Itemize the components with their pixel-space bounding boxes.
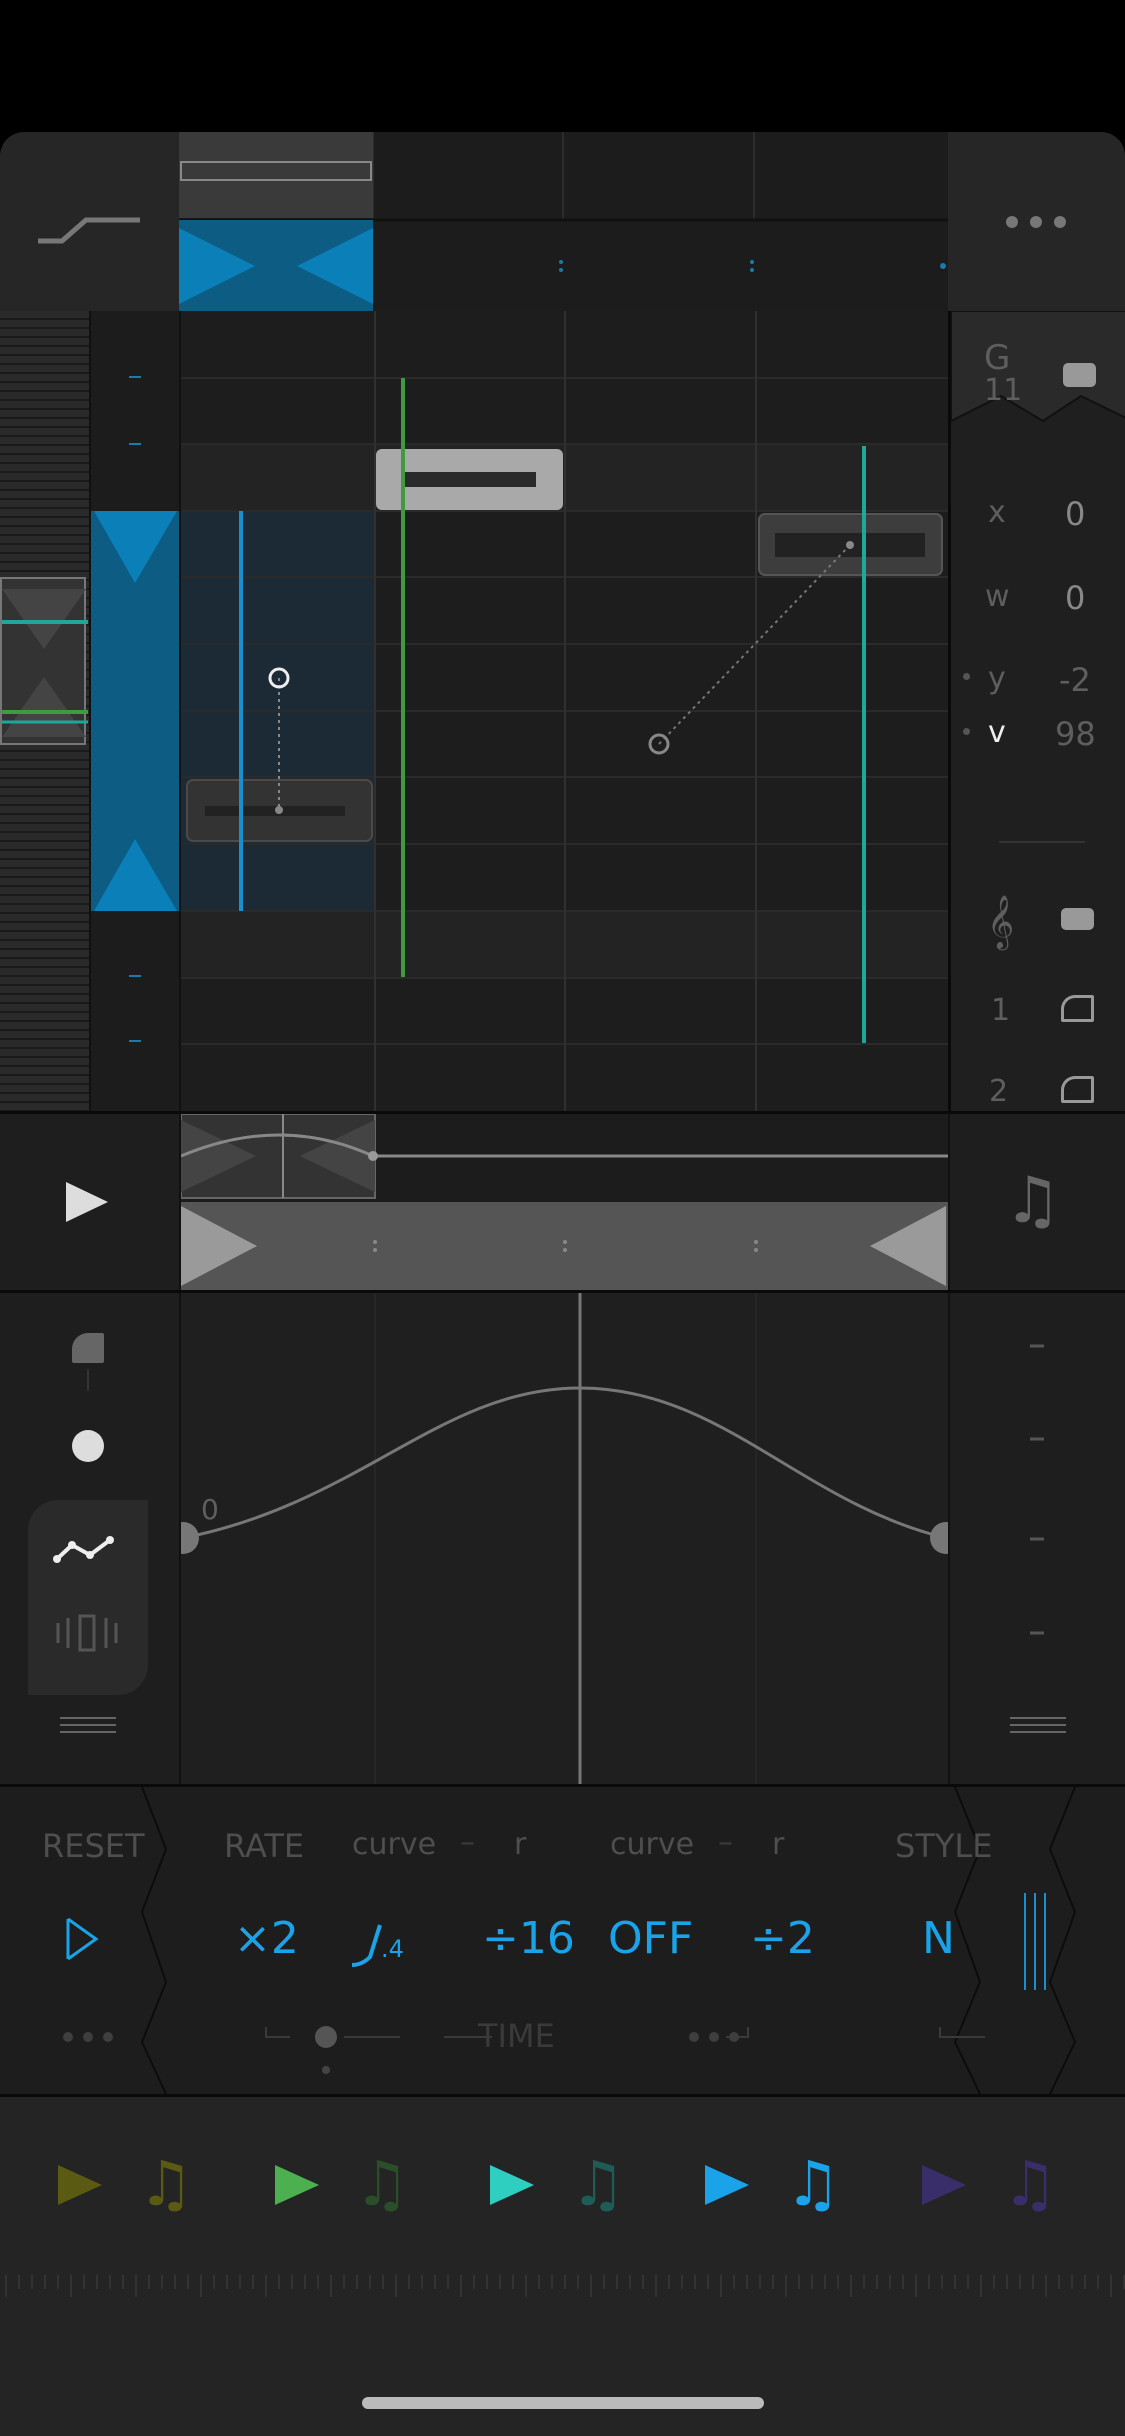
time-knob[interactable] xyxy=(315,2026,337,2048)
curve-start-value: 0 xyxy=(201,1493,219,1526)
automation-curve xyxy=(182,1386,947,1540)
param-value-v[interactable]: 98 xyxy=(1055,715,1096,753)
r-value-2[interactable]: ÷2 xyxy=(750,1913,815,1964)
track-play-1[interactable] xyxy=(58,2165,102,2205)
note-octave: 11 xyxy=(984,373,1023,408)
status-bar xyxy=(0,0,1125,132)
rate-label: RATE xyxy=(224,1827,305,1865)
note-grid[interactable] xyxy=(179,311,950,1111)
curve-start-point[interactable] xyxy=(181,1522,199,1554)
track-instrument-icon-2[interactable]: ♫ xyxy=(354,2147,410,2220)
controls-panel: RESET RATE curve – r curve – r STYLE ×2 … xyxy=(0,1787,1125,2094)
automation-timeline[interactable] xyxy=(179,1114,950,1290)
param-value-w[interactable]: 0 xyxy=(1065,579,1085,617)
pitch-range-strip[interactable] xyxy=(89,311,181,1111)
treble-clef-icon: 𝄞 xyxy=(987,894,1015,948)
ramp-icon xyxy=(38,217,140,244)
play-button[interactable] xyxy=(0,1114,179,1290)
note-inspector: G 11 x 0 w 0 y -2 v 98 𝄞 1 2 xyxy=(948,311,1125,1111)
note-name: G xyxy=(984,338,1011,378)
r-value-1[interactable]: ÷16 xyxy=(482,1913,575,1964)
track-toggle-2[interactable] xyxy=(1061,1076,1094,1103)
param-label-y: y xyxy=(988,661,1006,696)
curve-value-1[interactable]: .4 xyxy=(381,1935,404,1963)
divider xyxy=(999,841,1085,843)
clef-toggle[interactable] xyxy=(1061,908,1094,930)
param-label-v: v xyxy=(988,715,1006,750)
music-note-icon: ♫ xyxy=(1004,1164,1062,1238)
param-value-y[interactable]: -2 xyxy=(1059,661,1091,699)
menu-icon[interactable] xyxy=(1010,1717,1066,1733)
ellipsis-icon xyxy=(1006,216,1066,228)
menu-icon[interactable] xyxy=(60,1717,116,1733)
curve-end-point[interactable] xyxy=(930,1522,950,1554)
track-instrument-icon-5[interactable]: ♫ xyxy=(1002,2147,1058,2220)
line-mode-icon[interactable] xyxy=(53,1536,114,1563)
separator: – xyxy=(460,1825,475,1860)
track-label-2: 2 xyxy=(989,1074,1009,1109)
style-label: STYLE xyxy=(895,1827,993,1865)
play-icon xyxy=(66,1182,108,1222)
bars-mode-icon[interactable] xyxy=(56,1614,118,1652)
track-play-4[interactable] xyxy=(705,2165,749,2205)
curve-scale[interactable] xyxy=(948,1293,1125,1784)
home-indicator[interactable] xyxy=(362,2397,764,2409)
loop-region[interactable] xyxy=(181,1202,950,1290)
param-value-x[interactable]: 0 xyxy=(1065,495,1085,533)
more-menu-button[interactable] xyxy=(948,132,1125,311)
curve-shape-icon xyxy=(351,1924,382,1967)
r-label-2: r xyxy=(772,1827,785,1862)
track-label-1: 1 xyxy=(991,993,1011,1028)
param-label-x: x xyxy=(988,495,1006,530)
color-swatch[interactable] xyxy=(1063,363,1096,387)
track-play-3[interactable] xyxy=(490,2165,534,2205)
track-toggle-1[interactable] xyxy=(1061,995,1094,1022)
curve-label-2: curve xyxy=(610,1827,695,1862)
rate-value[interactable]: ×2 xyxy=(234,1913,299,1964)
curve-mode-button[interactable] xyxy=(0,132,179,311)
track-instrument-icon-3[interactable]: ♫ xyxy=(570,2147,626,2220)
curve-tools xyxy=(0,1293,179,1784)
param-label-w: w xyxy=(985,579,1010,614)
track-instrument-icon-4[interactable]: ♫ xyxy=(785,2147,841,2220)
curve-canvas[interactable]: 0 xyxy=(179,1293,950,1784)
curve-value-2[interactable]: OFF xyxy=(608,1913,693,1964)
separator: – xyxy=(718,1825,733,1860)
instrument-button[interactable]: ♫ xyxy=(948,1114,1125,1290)
reset-to-start-icon[interactable] xyxy=(66,1917,99,1961)
style-value[interactable]: N xyxy=(922,1913,955,1964)
overview-viewport[interactable] xyxy=(179,132,373,218)
reset-label[interactable]: RESET xyxy=(42,1827,145,1865)
track-play-5[interactable] xyxy=(922,2165,966,2205)
piano-keys[interactable] xyxy=(0,311,89,1111)
overview-timeline[interactable] xyxy=(179,132,948,311)
keys-viewport[interactable] xyxy=(0,577,88,745)
time-label: TIME xyxy=(478,2017,555,2055)
r-label-1: r xyxy=(514,1827,527,1862)
track-bar: ♫ ♫ ♫ ♫ ♫ xyxy=(0,2097,1125,2436)
curve-label-1: curve xyxy=(352,1827,437,1862)
track-instrument-icon-1[interactable]: ♫ xyxy=(138,2147,194,2220)
track-play-2[interactable] xyxy=(275,2165,319,2205)
